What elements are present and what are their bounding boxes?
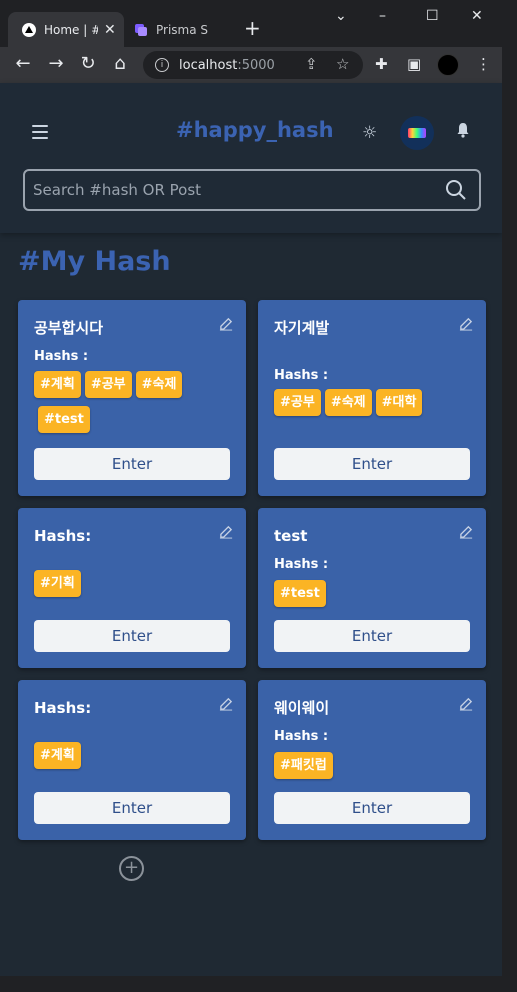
home-icon[interactable]: ⌂ xyxy=(109,54,131,74)
edit-icon[interactable] xyxy=(219,524,234,539)
card-title: Hashs: xyxy=(34,699,92,717)
card-title: 공부합시다 xyxy=(34,319,104,337)
hash-tag[interactable]: #패킷럽 xyxy=(274,752,333,779)
maximize-icon[interactable]: ☐ xyxy=(426,8,439,24)
tab-bar: Home | # ✕ Prisma S + ⌄ – ☐ ✕ xyxy=(0,0,502,47)
hash-tag[interactable]: #계획 xyxy=(34,371,81,398)
tab-home[interactable]: Home | # ✕ xyxy=(8,12,124,47)
hash-tag[interactable]: #숙제 xyxy=(324,389,372,416)
tag-list: #test xyxy=(274,580,474,607)
edit-icon[interactable] xyxy=(459,524,474,539)
hash-card: Hashs: #계획 Enter xyxy=(18,680,246,840)
card-title: test xyxy=(274,527,308,545)
hash-card: 웨이웨이 Hashs : #패킷럽 Enter xyxy=(258,680,486,840)
tag-list: #공부 #숙제 #대학 xyxy=(274,389,474,416)
edit-icon[interactable] xyxy=(459,696,474,711)
hash-card: 공부합시다 Hashs : #계획 #공부 #숙제 #test Enter xyxy=(18,300,246,496)
tag-list: #계획 xyxy=(34,742,234,769)
card-title: 웨이웨이 xyxy=(274,699,330,717)
reload-icon[interactable]: ↻ xyxy=(77,54,99,74)
menu-icon[interactable] xyxy=(32,125,48,143)
sidebar-icon[interactable]: ▣ xyxy=(407,55,421,73)
back-arrow-icon[interactable]: ← xyxy=(12,54,34,74)
avatar[interactable] xyxy=(400,116,434,150)
hash-tag[interactable]: #test xyxy=(38,406,90,433)
enter-button[interactable]: Enter xyxy=(34,792,230,824)
hashs-label: Hashs : xyxy=(274,729,329,744)
hash-tag[interactable]: #계획 xyxy=(34,742,81,769)
prisma-favicon-icon xyxy=(134,23,148,37)
hash-card: Hashs: #기획 Enter xyxy=(18,508,246,668)
tag-list: #계획 #공부 #숙제 #test xyxy=(34,371,234,433)
hash-card: test Hashs : #test Enter xyxy=(258,508,486,668)
card-title: Hashs: xyxy=(34,527,92,545)
profile-avatar[interactable] xyxy=(437,54,459,76)
hash-tag[interactable]: #test xyxy=(274,580,326,607)
star-icon[interactable]: ☆ xyxy=(336,55,349,73)
tab-prisma[interactable]: Prisma S xyxy=(126,12,234,47)
address-bar[interactable]: i localhost:5000 ⇪ ☆ xyxy=(143,51,363,79)
enter-button[interactable]: Enter xyxy=(274,620,470,652)
app-logo[interactable]: #happy_hash xyxy=(176,118,334,142)
enter-button[interactable]: Enter xyxy=(34,620,230,652)
close-icon[interactable]: ✕ xyxy=(104,22,116,38)
chevron-down-icon[interactable]: ⌄ xyxy=(335,8,347,24)
browser-toolbar: ← → ↻ ⌂ i localhost:5000 ⇪ ☆ ✚ ▣ ⋮ xyxy=(0,47,502,83)
search-input[interactable] xyxy=(33,181,433,199)
card-title: 자기계발 xyxy=(274,319,330,337)
more-options-icon[interactable]: ⋮ xyxy=(476,55,491,73)
extensions-icon[interactable]: ✚ xyxy=(375,55,388,73)
browser-window: Home | # ✕ Prisma S + ⌄ – ☐ ✕ ← → ↻ ⌂ i … xyxy=(0,0,502,976)
enter-button[interactable]: Enter xyxy=(34,448,230,480)
hash-tag[interactable]: #대학 xyxy=(375,389,423,416)
bell-icon[interactable] xyxy=(455,122,471,142)
hashs-label: Hashs : xyxy=(274,368,329,383)
enter-button[interactable]: Enter xyxy=(274,792,470,824)
tag-list: #패킷럽 xyxy=(274,752,474,779)
hash-tag[interactable]: #기획 xyxy=(34,570,81,597)
sun-icon[interactable]: ☼ xyxy=(362,123,377,143)
tab-title: Prisma S xyxy=(156,22,209,37)
edit-icon[interactable] xyxy=(459,316,474,331)
new-tab-icon[interactable]: + xyxy=(244,18,261,38)
hash-tag[interactable]: #공부 xyxy=(84,371,132,398)
edit-icon[interactable] xyxy=(219,316,234,331)
app-header: #happy_hash ☼ xyxy=(0,83,502,233)
search-icon[interactable] xyxy=(445,179,467,205)
tab-title: Home | # xyxy=(44,22,98,37)
hash-card: 자기계발 Hashs : #공부 #숙제 #대학 Enter xyxy=(258,300,486,496)
tag-list: #기획 xyxy=(34,570,234,597)
url-text: localhost:5000 xyxy=(179,57,275,73)
minimize-icon[interactable]: – xyxy=(379,8,386,24)
window-close-icon[interactable]: ✕ xyxy=(471,8,483,24)
search-box[interactable] xyxy=(23,169,481,211)
page-title: #My Hash xyxy=(18,246,171,277)
info-icon[interactable]: i xyxy=(155,58,169,72)
hash-tag[interactable]: #공부 xyxy=(274,389,321,416)
enter-button[interactable]: Enter xyxy=(274,448,470,480)
app-page: #happy_hash ☼ #My Hash 공부합시다 Hashs : #계획… xyxy=(0,83,502,976)
edit-icon[interactable] xyxy=(219,696,234,711)
hash-tag[interactable]: #숙제 xyxy=(135,371,183,398)
add-circle-icon[interactable]: + xyxy=(119,856,144,881)
hashs-label: Hashs : xyxy=(34,349,89,364)
share-icon[interactable]: ⇪ xyxy=(305,55,318,73)
hashs-label: Hashs : xyxy=(274,557,329,572)
triangle-favicon-icon xyxy=(22,22,36,37)
forward-arrow-icon[interactable]: → xyxy=(45,54,67,74)
